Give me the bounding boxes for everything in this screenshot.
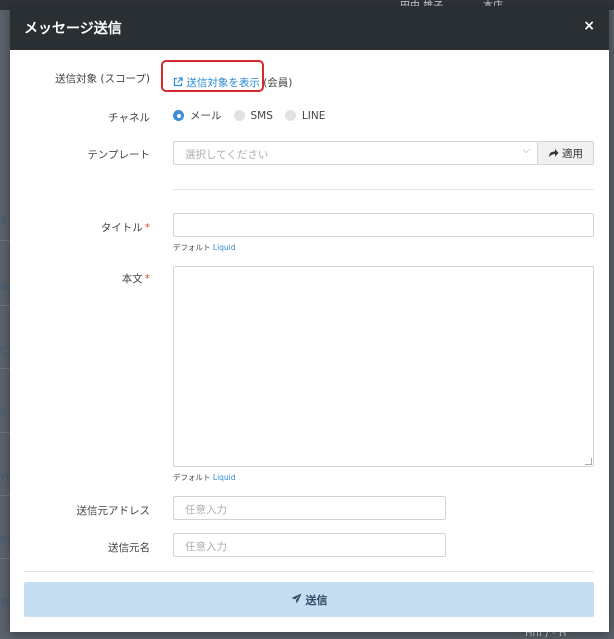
background-fragment: 0 bbox=[0, 408, 7, 419]
radio-unchecked-icon bbox=[284, 110, 296, 121]
show-scope-link-text: 送信対象を表示 bbox=[186, 77, 260, 89]
from-address-placeholder: 任意入力 bbox=[185, 504, 227, 516]
channel-radio-group: メール SMS LINE bbox=[173, 108, 337, 123]
template-label: テンプレート bbox=[87, 149, 150, 161]
show-scope-link[interactable]: 送信対象を表示 bbox=[173, 77, 263, 89]
modal-header: メッセージ送信 × bbox=[10, 6, 609, 50]
background-divider bbox=[0, 495, 10, 496]
channel-option-label: LINE bbox=[301, 109, 326, 122]
body-textarea[interactable] bbox=[173, 266, 594, 467]
background-divider bbox=[0, 305, 10, 306]
from-name-placeholder: 任意入力 bbox=[185, 541, 227, 553]
apply-button[interactable]: 適用 bbox=[538, 141, 594, 165]
radio-unchecked-icon bbox=[233, 110, 245, 121]
background-divider bbox=[0, 368, 10, 369]
external-link-icon bbox=[173, 77, 186, 89]
background-fragment: 8 bbox=[0, 216, 7, 227]
channel-option-label: SMS bbox=[250, 109, 273, 122]
title-hint-prefix: デフォルト bbox=[173, 243, 211, 252]
chevron-down-icon: ⌵ bbox=[522, 145, 530, 156]
channel-label: チャネル bbox=[108, 112, 150, 124]
send-button-label: 送信 bbox=[305, 593, 328, 607]
scope-label: 送信対象 (スコープ) bbox=[55, 73, 150, 85]
required-marker: * bbox=[144, 273, 150, 285]
from-address-input[interactable]: 任意入力 bbox=[173, 496, 446, 520]
radio-checked-icon bbox=[173, 110, 184, 121]
background-divider bbox=[0, 432, 10, 433]
resize-grip-icon[interactable] bbox=[585, 458, 592, 465]
message-send-modal: メッセージ送信 × 送信対象 (スコープ) 送信対象を表示 (会員) チャネル … bbox=[10, 6, 609, 632]
template-select[interactable]: 選択してください ⌵ bbox=[173, 141, 538, 165]
background-divider bbox=[0, 240, 10, 241]
body-hint-prefix: デフォルト bbox=[173, 473, 211, 482]
close-button[interactable]: × bbox=[583, 18, 595, 34]
send-button[interactable]: 送信 bbox=[24, 582, 594, 617]
scope-link-row: 送信対象を表示 (会員) bbox=[173, 75, 292, 90]
share-arrow-icon bbox=[548, 147, 559, 160]
channel-radio-line[interactable]: LINE bbox=[284, 109, 326, 122]
from-name-input[interactable]: 任意入力 bbox=[173, 533, 446, 557]
background-fragment: Yi bbox=[0, 473, 9, 484]
channel-radio-mail[interactable]: メール bbox=[173, 108, 222, 123]
channel-option-label: メール bbox=[190, 110, 222, 122]
template-select-placeholder: 選択してください bbox=[185, 149, 269, 161]
title-label: タイトル * bbox=[10, 220, 150, 235]
body-liquid-link[interactable]: Liquid bbox=[213, 473, 236, 482]
apply-button-label: 適用 bbox=[562, 147, 583, 160]
title-input[interactable] bbox=[173, 213, 594, 237]
channel-radio-sms[interactable]: SMS bbox=[233, 109, 273, 122]
body-label-text: 本文 bbox=[121, 273, 143, 285]
title-hint: デフォルト Liquid bbox=[173, 242, 236, 253]
background-fragment: C bbox=[0, 346, 7, 357]
modal-title: メッセージ送信 bbox=[24, 21, 122, 37]
scope-suffix: (会員) bbox=[263, 77, 293, 89]
section-divider bbox=[173, 189, 594, 190]
background-divider bbox=[0, 558, 10, 559]
title-liquid-link[interactable]: Liquid bbox=[213, 243, 236, 252]
title-label-text: タイトル bbox=[100, 222, 143, 234]
from-address-label: 送信元アドレス bbox=[76, 505, 151, 517]
body-hint: デフォルト Liquid bbox=[173, 472, 236, 483]
from-name-label: 送信元名 bbox=[108, 542, 150, 554]
required-marker: * bbox=[144, 222, 150, 234]
body-label: 本文 * bbox=[10, 271, 150, 286]
paper-plane-icon bbox=[291, 593, 302, 606]
footer-divider bbox=[24, 571, 594, 572]
